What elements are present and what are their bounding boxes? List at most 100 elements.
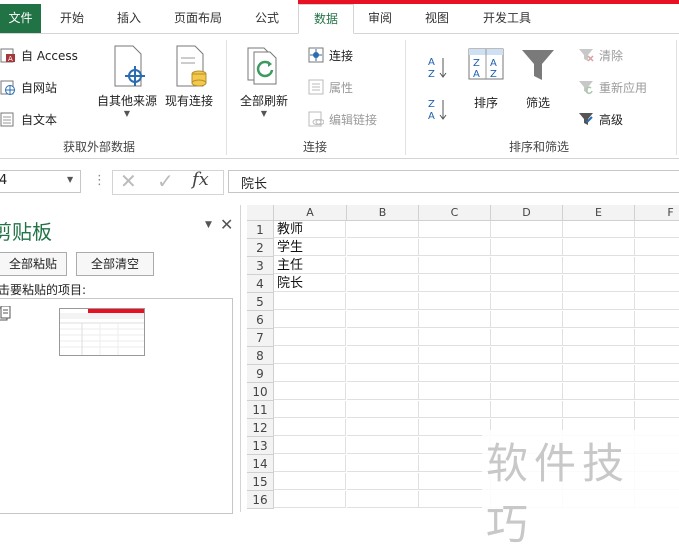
cell[interactable] <box>347 473 419 490</box>
cell[interactable] <box>491 257 563 274</box>
cell[interactable] <box>347 437 419 454</box>
cell[interactable] <box>347 275 419 292</box>
tab-review[interactable]: 审阅 <box>357 4 403 33</box>
cell[interactable] <box>274 455 346 472</box>
cell[interactable] <box>563 239 635 256</box>
cell[interactable] <box>491 293 563 310</box>
cell[interactable] <box>419 419 491 436</box>
from-text-button[interactable]: 自文本 <box>0 108 57 130</box>
cell[interactable] <box>347 329 419 346</box>
cell[interactable] <box>635 401 679 418</box>
cell[interactable] <box>635 347 679 364</box>
cell[interactable] <box>419 491 491 508</box>
cell[interactable] <box>274 437 346 454</box>
cell[interactable] <box>347 257 419 274</box>
connections-button[interactable]: 连接 <box>308 44 353 66</box>
formula-input[interactable]: 院长 <box>228 170 679 193</box>
reapply-button[interactable]: 重新应用 <box>578 76 647 98</box>
cell[interactable] <box>274 311 346 328</box>
cell[interactable] <box>274 419 346 436</box>
enter-icon[interactable]: ✓ <box>157 169 174 193</box>
tab-file[interactable]: 文件 <box>0 4 41 33</box>
row-header[interactable]: 15 <box>247 473 274 491</box>
cell[interactable] <box>347 221 419 238</box>
cell[interactable] <box>347 293 419 310</box>
sort-button[interactable]: ZAAZ 排序 <box>464 46 508 111</box>
cell[interactable] <box>635 329 679 346</box>
cell[interactable] <box>635 311 679 328</box>
from-access-button[interactable]: A 自 Access <box>0 44 78 66</box>
cell[interactable] <box>491 329 563 346</box>
cell[interactable] <box>347 347 419 364</box>
row-header[interactable]: 9 <box>247 365 274 383</box>
column-header-e[interactable]: E <box>563 205 635 221</box>
cell[interactable] <box>563 257 635 274</box>
cell[interactable] <box>419 275 491 292</box>
cell[interactable] <box>491 383 563 400</box>
cell[interactable] <box>563 329 635 346</box>
close-icon[interactable]: ✕ <box>220 215 233 234</box>
cell[interactable] <box>274 383 346 400</box>
cell[interactable] <box>635 257 679 274</box>
cell[interactable] <box>563 383 635 400</box>
cell[interactable] <box>491 365 563 382</box>
cell[interactable] <box>635 275 679 292</box>
cell[interactable] <box>491 401 563 418</box>
cell[interactable] <box>274 401 346 418</box>
row-header[interactable]: 13 <box>247 437 274 455</box>
tab-home[interactable]: 开始 <box>47 4 97 33</box>
refresh-all-button[interactable]: 全部刷新 ▼ <box>236 44 292 118</box>
cell[interactable] <box>563 275 635 292</box>
tab-developer[interactable]: 开发工具 <box>474 4 540 33</box>
cell[interactable] <box>491 239 563 256</box>
row-header[interactable]: 12 <box>247 419 274 437</box>
sort-a-to-z-icon[interactable]: AZ <box>428 54 450 83</box>
existing-connections-button[interactable]: 现有连接 <box>162 44 216 109</box>
cell[interactable] <box>419 473 491 490</box>
cancel-icon[interactable]: ✕ <box>120 169 137 193</box>
select-all-corner[interactable] <box>247 205 274 221</box>
row-header[interactable]: 2 <box>247 239 274 257</box>
row-header[interactable]: 16 <box>247 491 274 509</box>
from-web-button[interactable]: 自网站 <box>0 76 57 98</box>
cell[interactable] <box>635 239 679 256</box>
clear-filter-button[interactable]: 清除 <box>578 44 623 66</box>
cell[interactable] <box>635 383 679 400</box>
cell[interactable] <box>419 437 491 454</box>
row-header[interactable]: 4 <box>247 275 274 293</box>
cell[interactable] <box>274 473 346 490</box>
cell[interactable] <box>635 293 679 310</box>
tab-page-layout[interactable]: 页面布局 <box>163 4 233 33</box>
cell[interactable] <box>274 491 346 508</box>
cell[interactable] <box>419 365 491 382</box>
cell[interactable] <box>419 401 491 418</box>
tab-insert[interactable]: 插入 <box>104 4 154 33</box>
cell[interactable] <box>347 311 419 328</box>
cell[interactable] <box>419 221 491 238</box>
cell[interactable] <box>419 311 491 328</box>
cell[interactable] <box>419 257 491 274</box>
cell[interactable] <box>347 455 419 472</box>
cell[interactable] <box>347 239 419 256</box>
cell[interactable] <box>491 347 563 364</box>
cell[interactable] <box>274 347 346 364</box>
cell[interactable] <box>635 221 679 238</box>
row-header[interactable]: 14 <box>247 455 274 473</box>
row-header[interactable]: 5 <box>247 293 274 311</box>
clear-all-button[interactable]: 全部清空 <box>76 252 154 276</box>
cell[interactable] <box>419 329 491 346</box>
column-header-f[interactable]: F <box>635 205 679 221</box>
cell[interactable] <box>491 221 563 238</box>
cell[interactable] <box>419 239 491 256</box>
paste-all-button[interactable]: 全部粘贴 <box>0 252 67 276</box>
cell[interactable]: 主任 <box>274 257 346 274</box>
cell[interactable] <box>347 383 419 400</box>
cell[interactable] <box>347 491 419 508</box>
name-box[interactable]: 4 ▼ <box>0 170 81 193</box>
chevron-down-icon[interactable]: ▼ <box>67 175 73 184</box>
cell[interactable] <box>419 383 491 400</box>
tab-formulas[interactable]: 公式 <box>243 4 291 33</box>
row-header[interactable]: 1 <box>247 221 274 239</box>
row-header[interactable]: 11 <box>247 401 274 419</box>
cell[interactable] <box>419 455 491 472</box>
